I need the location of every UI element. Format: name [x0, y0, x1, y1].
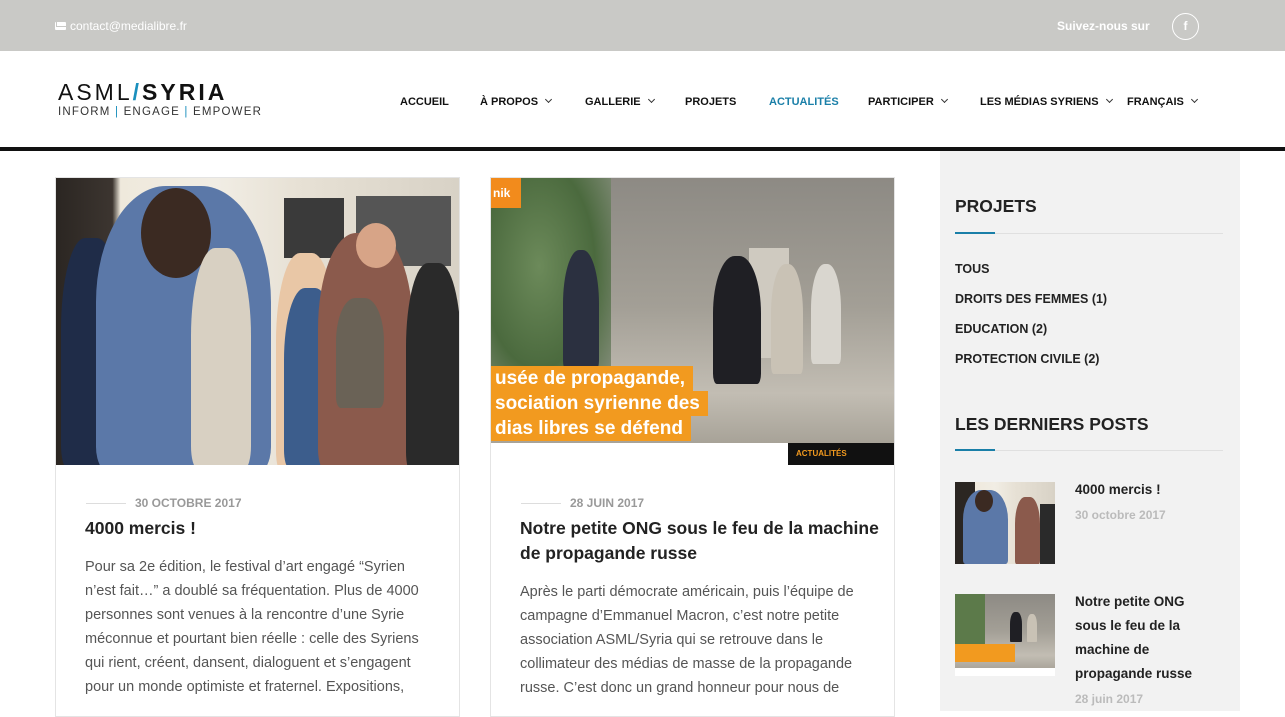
post-meta: 28 JUIN 2017 — [521, 496, 644, 510]
image-footer-tag: ACTUALITÉS — [788, 443, 894, 465]
logo-tagline: INFORM | ENGAGE | EMPOWER — [58, 106, 262, 118]
tagline-inform: INFORM — [58, 106, 111, 118]
recent-post-title[interactable]: Notre petite ONG sous le feu de la machi… — [1075, 590, 1215, 686]
nav-label: ACCUEIL — [400, 96, 449, 108]
projets-widget-title: PROJETS — [955, 196, 1037, 216]
sputnik-brand: nik — [491, 178, 521, 208]
nav-label: GALLERIE — [585, 96, 641, 108]
divider-accent — [955, 232, 995, 234]
contact-email[interactable]: contact@medialibre.fr — [70, 19, 187, 33]
nav-accueil[interactable]: ACCUEIL — [400, 96, 449, 108]
nav-participer[interactable]: PARTICIPER — [868, 95, 948, 108]
nav-label: PARTICIPER — [868, 96, 934, 108]
top-bar: contact@medialibre.fr Suivez-nous sur f — [0, 0, 1285, 51]
divider-accent — [955, 449, 995, 451]
post-thumbnail-festival[interactable] — [56, 178, 459, 465]
nav-label: PROJETS — [685, 96, 737, 108]
recent-post-thumbnail[interactable] — [955, 482, 1055, 564]
recent-posts-title: LES DERNIERS POSTS — [955, 414, 1149, 434]
image-headline-1: usée de propagande, — [491, 366, 694, 391]
logo-syria: SYRIA — [142, 79, 228, 105]
recent-post-date: 28 juin 2017 — [1075, 692, 1144, 706]
chevron-down-icon — [647, 95, 655, 104]
follow-us-label: Suivez-nous sur — [1057, 19, 1150, 33]
tagline-separator: | — [184, 106, 189, 118]
chevron-down-icon — [1190, 95, 1198, 104]
nav-language[interactable]: FRANÇAIS — [1127, 95, 1198, 108]
post-title[interactable]: 4000 mercis ! — [85, 516, 445, 541]
tagline-separator: | — [114, 106, 120, 118]
post-date: 28 JUIN 2017 — [570, 496, 645, 510]
date-rule — [86, 502, 126, 504]
nav-label: À PROPOS — [480, 96, 539, 108]
image-headline-3: dias libres se défend — [491, 416, 691, 441]
post-card: 30 OCTOBRE 2017 4000 mercis ! Pour sa 2e… — [55, 177, 460, 717]
nav-projets[interactable]: PROJETS — [685, 96, 736, 108]
recent-post-title[interactable]: 4000 mercis ! — [1075, 478, 1215, 502]
post-title[interactable]: Notre petite ONG sous le feu de la machi… — [520, 516, 880, 566]
logo-wordmark: ASML/SYRIA — [58, 80, 262, 104]
nav-label: ACTUALITÉS — [769, 96, 839, 108]
nav-actualites[interactable]: ACTUALITÉS — [769, 96, 839, 108]
chevron-down-icon — [1105, 95, 1113, 104]
chevron-down-icon — [545, 95, 553, 104]
widget-divider — [955, 232, 1223, 234]
post-card: nik usée de propagande, sociation syrien… — [490, 177, 895, 717]
image-footer: ACTUALITÉS — [491, 443, 894, 465]
nav-label: FRANÇAIS — [1127, 96, 1184, 108]
tagline-empower: EMPOWER — [192, 106, 263, 118]
category-tous[interactable]: TOUS — [955, 262, 990, 276]
nav-medias-syriens[interactable]: LES MÉDIAS SYRIENS — [980, 95, 1113, 108]
post-date: 30 OCTOBRE 2017 — [135, 496, 242, 510]
recent-post-thumbnail[interactable] — [955, 594, 1055, 676]
date-rule — [521, 502, 561, 504]
widget-divider — [955, 449, 1223, 451]
recent-post-date: 30 octobre 2017 — [1075, 508, 1166, 522]
nav-gallerie[interactable]: GALLERIE — [585, 95, 655, 108]
facebook-icon[interactable]: f — [1172, 13, 1199, 40]
tagline-engage: ENGAGE — [123, 106, 180, 118]
post-thumbnail-propaganda[interactable]: nik usée de propagande, sociation syrien… — [491, 178, 894, 465]
category-protection-civile[interactable]: PROTECTION CIVILE (2) — [955, 352, 1099, 366]
contact-email-link[interactable]: contact@medialibre.fr — [55, 19, 187, 33]
nav-label: LES MÉDIAS SYRIENS — [980, 96, 1099, 108]
chevron-down-icon — [940, 95, 948, 104]
sidebar: PROJETS TOUS DROITS DES FEMMES (1) EDUCA… — [940, 151, 1240, 711]
category-education[interactable]: EDUCATION (2) — [955, 322, 1047, 336]
image-headline-2: sociation syrienne des — [491, 391, 708, 416]
post-excerpt: Après le parti démocrate américain, puis… — [520, 584, 854, 696]
nav-a-propos[interactable]: À PROPOS — [480, 95, 553, 108]
category-droits-des-femmes[interactable]: DROITS DES FEMMES (1) — [955, 292, 1107, 306]
envelope-icon — [55, 22, 66, 30]
site-logo[interactable]: ASML/SYRIA INFORM | ENGAGE | EMPOWER — [58, 80, 262, 118]
site-header: ASML/SYRIA INFORM | ENGAGE | EMPOWER ACC… — [0, 51, 1285, 147]
logo-slash: / — [132, 79, 143, 105]
logo-asml: ASML — [58, 79, 133, 105]
post-meta: 30 OCTOBRE 2017 — [86, 496, 242, 510]
post-excerpt: Pour sa 2e édition, le festival d’art en… — [85, 559, 419, 695]
